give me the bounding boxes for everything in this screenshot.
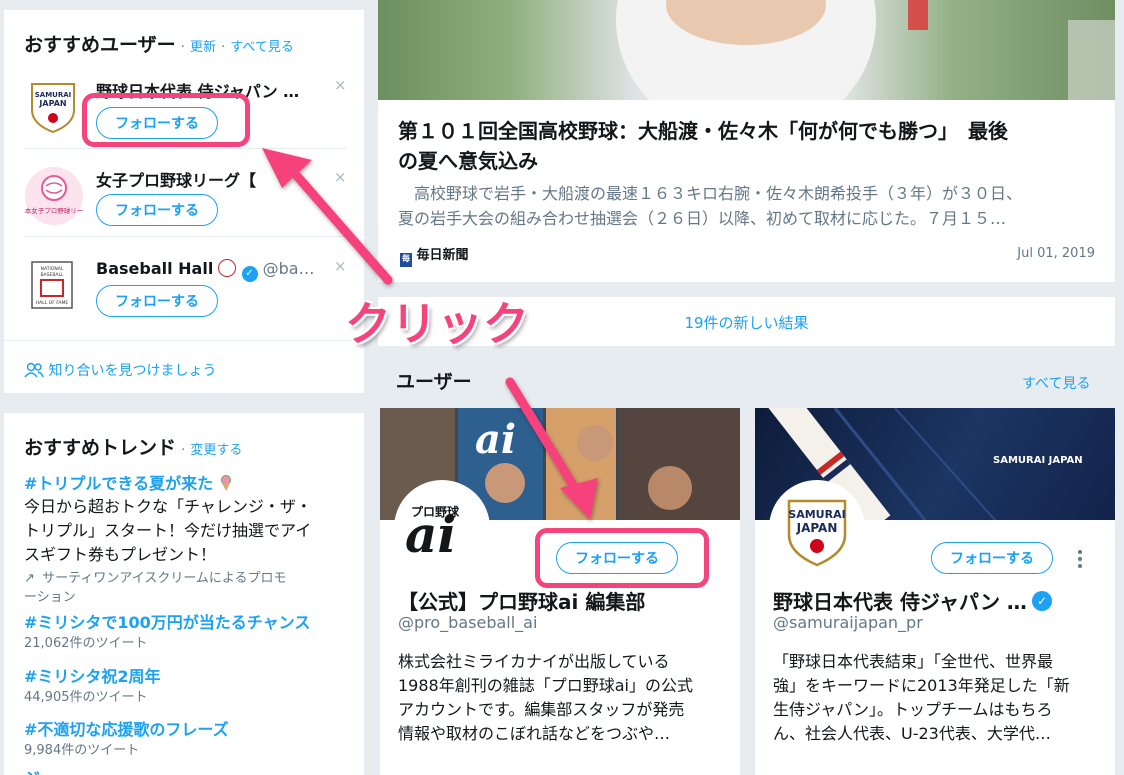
follow-button[interactable]: フォローする xyxy=(96,107,218,139)
baseball-emoji-icon xyxy=(218,259,237,277)
svg-text:SAMURAI JAPAN: SAMURAI JAPAN xyxy=(993,455,1083,466)
svg-text:JAPAN: JAPAN xyxy=(796,521,838,535)
promoted-desc-line: トリプル」スタート！今だけ抽選でアイ xyxy=(24,521,312,540)
avatar[interactable]: SAMURAI JAPAN xyxy=(769,480,865,576)
user-bio: 株式会社ミライカナイが出版している xyxy=(398,652,670,671)
users-view-all-link[interactable]: すべて見る xyxy=(1022,373,1090,393)
svg-text:SAMURAI: SAMURAI xyxy=(788,508,845,521)
divider xyxy=(24,236,346,237)
find-people-link[interactable]: 知り合いを見つけましょう xyxy=(48,363,216,379)
user-name[interactable]: 野球日本代表 侍ジャパン … xyxy=(96,78,316,102)
user-name[interactable]: 女子プロ野球リーグ【 xyxy=(96,167,316,191)
follow-button[interactable]: フォローする xyxy=(96,194,218,226)
promoted-icon: ↗ xyxy=(24,571,35,586)
user-bio: 「野球日本代表結束」「全世代、世界最 xyxy=(773,652,1054,671)
dismiss-icon[interactable]: × xyxy=(334,76,347,94)
view-all-link[interactable]: すべて見る xyxy=(230,40,294,55)
svg-text:SAMURAI: SAMURAI xyxy=(35,91,72,99)
user-bio: 1988年創刊の雑誌「プロ野球ai」の公式 xyxy=(398,676,693,695)
follow-button[interactable]: フォローする xyxy=(556,542,678,574)
user-bio: アカウントです。編集部スタッフが発売 xyxy=(398,700,685,719)
trend-tweet-count: 9,984件のツイート xyxy=(24,743,140,758)
who-to-follow-title: おすすめユーザー xyxy=(24,34,176,56)
news-summary: 高校野球で岩手・大船渡の最速１６３キロ右腕・佐々木朗希投手（３年）が３０日、 xyxy=(398,184,1023,203)
more-options-icon[interactable] xyxy=(1075,548,1085,570)
user-handle: @ba… xyxy=(262,259,315,278)
separator-dot: · xyxy=(180,40,185,55)
svg-text:ai: ai xyxy=(475,416,516,463)
news-source-icon: 毎 xyxy=(400,253,412,267)
user-handle: @pro_baseball_ai xyxy=(398,613,538,632)
separator-dot: · xyxy=(181,443,186,458)
avatar-logo-text: ai xyxy=(405,505,457,564)
follow-button[interactable]: フォローする xyxy=(931,542,1053,574)
trends-panel: おすすめトレンド · 変更する #トリプルできる夏が来た 今日から超おトクな「チ… xyxy=(4,413,364,775)
trend-tweet-count: 44,905件のツイート xyxy=(24,690,148,705)
change-trends-link[interactable]: 変更する xyxy=(190,443,242,458)
news-date: Jul 01, 2019 xyxy=(1017,246,1095,261)
news-source[interactable]: 毎日新聞 xyxy=(417,248,469,263)
verified-badge-icon: ✓ xyxy=(241,266,258,282)
follow-button[interactable]: フォローする xyxy=(96,285,218,317)
avatar[interactable]: NATIONAL BASEBALL HALL OF FAME xyxy=(28,260,76,310)
svg-text:HALL OF FAME: HALL OF FAME xyxy=(36,300,69,306)
promoted-by-line: サーティワンアイスクリームによるプロモ xyxy=(42,571,287,586)
trend-tag[interactable]: #ミリシタで100万円が当たるチャンス xyxy=(24,609,310,633)
avatar[interactable]: プロ野球 ai xyxy=(394,480,490,576)
news-card[interactable]: 第１０１回全国高校野球：大船渡・佐々木「何が何でも勝つ」 最後 の夏へ意気込み … xyxy=(378,0,1115,282)
user-bio: 情報や取材のこぼれ話などをつぶや… xyxy=(398,724,671,743)
svg-text:JAPAN: JAPAN xyxy=(38,99,66,108)
avatar[interactable]: 日本女子プロ野球リーグ xyxy=(18,166,90,226)
user-name[interactable]: 【公式】プロ野球ai 編集部 xyxy=(398,586,723,615)
dismiss-icon[interactable]: × xyxy=(334,257,347,275)
news-summary-cont: 夏の岩手大会の組み合わせ抽選会（２６日）以降、初めて取材に応じた。７月１５… xyxy=(398,209,1007,228)
promoted-by-line: ーション xyxy=(24,590,76,605)
separator-dot: · xyxy=(221,40,226,55)
user-card-samurai-japan[interactable]: SAMURAI JAPAN SAMURAI JAPAN フォローする 野球日本代… xyxy=(755,408,1115,775)
divider xyxy=(24,148,346,149)
who-to-follow-panel: おすすめユーザー · 更新 · すべて見る SAMURAI JAPAN 野球日本… xyxy=(4,10,364,393)
dismiss-icon[interactable]: × xyxy=(334,168,347,186)
user-bio: ん、社会人代表、U-23代表、大学代… xyxy=(773,724,1051,743)
news-headline-cont[interactable]: の夏へ意気込み xyxy=(398,145,538,174)
refresh-link[interactable]: 更新 xyxy=(190,40,216,55)
user-handle: @samuraijapan_pr xyxy=(773,613,923,632)
divider xyxy=(4,340,364,341)
promoted-desc-line: スギフト券もプレゼント！ xyxy=(24,545,217,564)
svg-text:NATIONAL: NATIONAL xyxy=(41,266,64,272)
avatar[interactable]: SAMURAI JAPAN xyxy=(26,80,80,134)
svg-text:日本女子プロ野球リーグ: 日本女子プロ野球リーグ xyxy=(24,206,84,215)
user-card-pro-baseball-ai[interactable]: ai プロ野球 ai フォローする 【公式】プロ野球ai 編集部 @pro_ba… xyxy=(380,408,740,775)
news-headline[interactable]: 第１０１回全国高校野球：大船渡・佐々木「何が何でも勝つ」 最後 xyxy=(398,115,1008,144)
svg-text:BASEBALL: BASEBALL xyxy=(40,272,64,278)
trend-tweet-count: 21,062件のツイート xyxy=(24,636,148,651)
trend-tag[interactable]: #ミリシタ祝2周年 xyxy=(24,663,161,687)
trend-tag[interactable]: #不適切な応援歌のフレーズ xyxy=(24,716,229,740)
user-name[interactable]: 野球日本代表 侍ジャパン … xyxy=(773,586,1027,615)
users-section-title: ユーザー xyxy=(396,371,472,393)
trend-tag-cut-off[interactable]: ジ…ー ー xyxy=(24,765,94,775)
user-bio: 生侍ジャパン」。トップチームはもちろ xyxy=(773,700,1053,719)
people-icon xyxy=(24,362,44,382)
news-photo[interactable] xyxy=(378,0,1115,100)
user-bio: 強」をキーワードに2013年発足した「新 xyxy=(773,676,1070,695)
click-annotation-label: クリック xyxy=(345,297,529,351)
user-name[interactable]: Baseball Hall xyxy=(96,259,213,278)
ice-cream-emoji-icon xyxy=(219,475,233,491)
promoted-desc-line: 今日から超おトクな「チャレンジ・ザ・ xyxy=(24,497,312,516)
trends-title: おすすめトレンド xyxy=(24,437,177,459)
trend-tag[interactable]: #トリプルできる夏が来た xyxy=(24,474,213,493)
verified-badge-icon: ✓ xyxy=(1032,590,1053,611)
